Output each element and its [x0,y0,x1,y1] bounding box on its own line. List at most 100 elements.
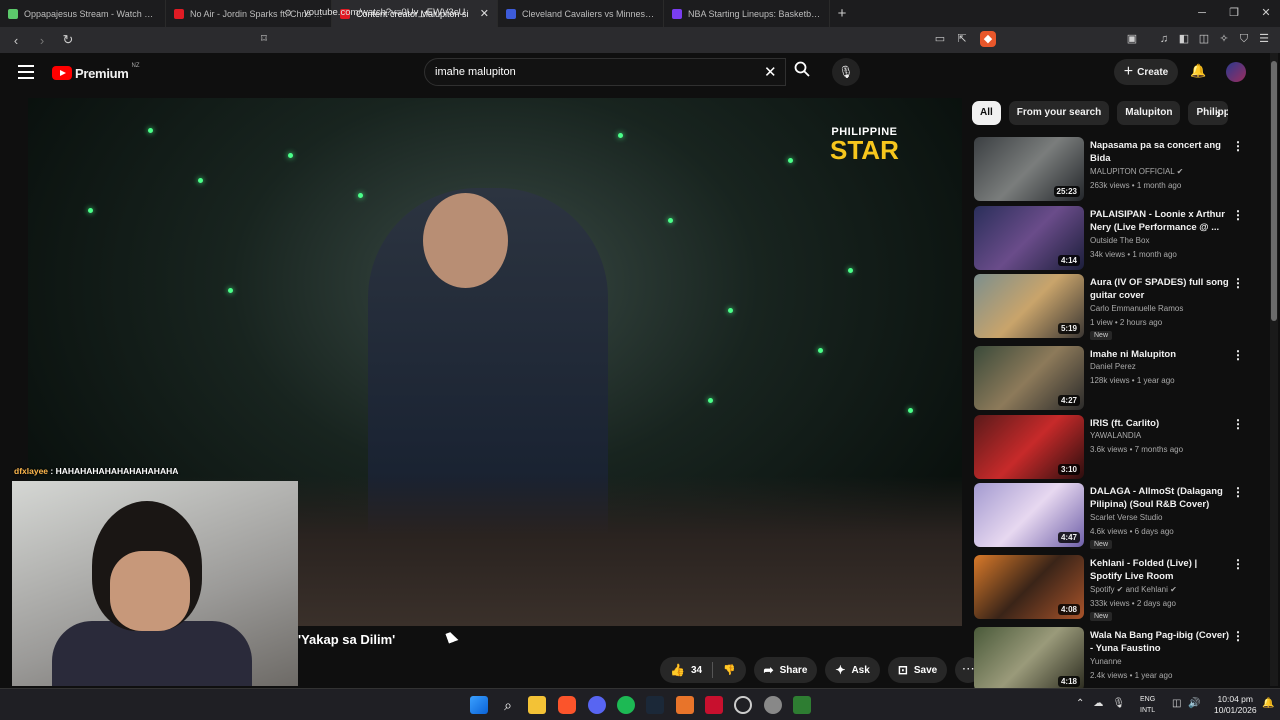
rec-channel[interactable]: MALUPITON OFFICIAL ✔ [1090,167,1183,176]
menu-icon[interactable]: ☰ [1256,31,1272,47]
rec-menu-icon[interactable]: ⋮ [1232,348,1244,362]
dislike-button[interactable]: 👎 [723,665,735,676]
rec-item[interactable]: 4:27 Imahe ni Malupiton Daniel Perez 128… [972,346,1252,412]
save-button[interactable]: ⊡ Save [887,657,948,683]
valorant-icon[interactable] [705,696,723,714]
rec-channel[interactable]: Daniel Perez [1090,362,1136,371]
rec-item[interactable]: 4:08 Kehlani - Folded (Live) | Spotify L… [972,555,1252,621]
brave-browser-icon[interactable] [558,696,576,714]
rec-item[interactable]: 4:47 DALAGA - AllmoSt (Dalagang Pilipina… [972,483,1252,549]
sidebar-icon[interactable]: ◧ [1176,31,1192,47]
rec-title[interactable]: DALAGA - AllmoSt (Dalagang Pilipina) (So… [1090,485,1230,511]
ask-button[interactable]: ✦ Ask [825,657,880,683]
youtube-premium-logo[interactable]: Premium NZ [52,63,140,81]
file-explorer-icon[interactable] [528,696,546,714]
rec-title[interactable]: Imahe ni Malupiton [1090,348,1230,361]
rec-thumbnail[interactable]: 4:27 [974,346,1084,410]
wallet-icon[interactable]: ▣ [1124,31,1140,47]
rec-item[interactable]: 4:18 Wala Na Bang Pag-ibig (Cover) - Yun… [972,627,1252,693]
search-input[interactable]: imahe malupiton [424,58,786,86]
rec-thumbnail[interactable]: 4:14 [974,206,1084,270]
rec-item[interactable]: 5:19 Aura (IV OF SPADES) full song guita… [972,274,1252,340]
tab-0[interactable]: Oppapajesus Stream - Watch Live on [0,0,166,27]
rec-thumbnail[interactable]: 3:10 [974,415,1084,479]
voice-search-button[interactable]: 🎙 [832,58,860,86]
notification-icon[interactable]: 🔔 [1262,698,1274,709]
rec-thumbnail[interactable]: 4:47 [974,483,1084,547]
share-page-icon[interactable]: ⇱ [954,31,970,47]
chip-malupiton[interactable]: Malupiton [1117,101,1181,125]
rec-channel[interactable]: Outside The Box [1090,236,1149,245]
chip-from-your-search[interactable]: From your search [1008,101,1110,125]
rec-menu-icon[interactable]: ⋮ [1232,557,1244,571]
rec-menu-icon[interactable]: ⋮ [1232,276,1244,290]
rec-menu-icon[interactable]: ⋮ [1232,208,1244,222]
riot-client-icon[interactable] [734,696,752,714]
create-button[interactable]: + Create [1114,59,1178,85]
tray-app-icon[interactable]: ☁ [1093,698,1103,709]
settings-icon[interactable] [764,696,782,714]
vpn-icon[interactable]: ⛉ [1236,31,1252,47]
reload-icon[interactable]: ↻ [58,32,78,48]
search-taskbar-icon[interactable]: ⌕ [499,696,517,714]
rec-channel[interactable]: Yunanne [1090,657,1122,666]
discord-icon[interactable] [588,696,606,714]
rec-item[interactable]: 25:23 Napasama pa sa concert ang Bida MA… [972,137,1252,203]
rec-menu-icon[interactable]: ⋮ [1232,417,1244,431]
share-button[interactable]: ➦ Share [753,657,818,683]
rec-menu-icon[interactable]: ⋮ [1232,139,1244,153]
rec-item[interactable]: 4:14 PALAISIPAN - Loonie x Arthur Nery (… [972,206,1252,272]
rec-title[interactable]: IRIS (ft. Carlito) [1090,417,1230,430]
spotify-icon[interactable] [617,696,635,714]
minimize-icon[interactable]: ─ [1186,0,1218,27]
volume-icon[interactable]: 🔊 [1188,698,1200,709]
page-scrollbar[interactable] [1270,53,1278,686]
rec-thumbnail[interactable]: 25:23 [974,137,1084,201]
rec-channel[interactable]: YAWALANDIA [1090,431,1141,440]
obs-icon[interactable] [793,696,811,714]
clear-search-icon[interactable]: ✕ [764,63,777,81]
hamburger-menu-icon[interactable] [18,65,34,79]
rec-thumbnail[interactable]: 4:08 [974,555,1084,619]
start-button-icon[interactable] [470,696,488,714]
notifications-bell-icon[interactable]: 🔔 [1190,63,1206,79]
rec-title[interactable]: Aura (IV OF SPADES) full song guitar cov… [1090,276,1230,302]
url-input[interactable]: ⚙ youtube.com/watch?v=0Uv_-EWV3cU [278,4,938,22]
language-indicator[interactable]: ENG INTL [1140,694,1155,716]
cast-icon[interactable]: ▭ [932,31,948,47]
rec-channel[interactable]: Carlo Emmanuelle Ramos [1090,304,1183,313]
network-icon[interactable]: ◫ [1172,698,1181,709]
forward-icon[interactable]: › [32,33,52,48]
chip-philippine[interactable]: Philipp [1188,101,1229,125]
music-icon[interactable]: ♫ [1156,31,1172,47]
bookmark-icon[interactable]: ⌑ [256,31,272,47]
search-button[interactable] [786,58,818,86]
rec-channel[interactable]: Scarlet Verse Studio [1090,513,1162,522]
brave-shield-icon[interactable]: ◆ [980,31,996,47]
rec-title[interactable]: Napasama pa sa concert ang Bida [1090,139,1230,165]
chip-all[interactable]: All [972,101,1001,125]
chevron-right-icon[interactable]: › [1216,105,1221,121]
close-window-icon[interactable]: ✕ [1250,0,1280,27]
wallet2-icon[interactable]: ◫ [1196,31,1212,47]
rec-title[interactable]: PALAISIPAN - Loonie x Arthur Nery (Live … [1090,208,1230,234]
site-info-icon[interactable]: ⚙ [284,4,292,22]
leo-ai-icon[interactable]: ✧ [1216,31,1232,47]
like-button[interactable]: 👍 34 [670,663,702,677]
chevron-up-icon[interactable]: ⌃ [1076,698,1084,709]
rec-title[interactable]: Wala Na Bang Pag-ibig (Cover) - Yuna Fau… [1090,629,1230,655]
app-icon[interactable] [676,696,694,714]
steam-icon[interactable] [646,696,664,714]
rec-item[interactable]: 3:10 IRIS (ft. Carlito) YAWALANDIA 3.6k … [972,415,1252,481]
rec-menu-icon[interactable]: ⋮ [1232,485,1244,499]
rec-thumbnail[interactable]: 5:19 [974,274,1084,338]
rec-channel[interactable]: Spotify ✔ and Kehlani ✔ [1090,585,1177,594]
account-avatar[interactable] [1226,62,1246,82]
microphone-tray-icon[interactable]: 🎙 [1112,698,1125,709]
rec-menu-icon[interactable]: ⋮ [1232,629,1244,643]
clock[interactable]: 10:04 pm 10/01/2026 [1214,694,1257,716]
rec-title[interactable]: Kehlani - Folded (Live) | Spotify Live R… [1090,557,1230,583]
scrollbar-thumb[interactable] [1271,61,1277,321]
maximize-icon[interactable]: ❐ [1218,0,1250,27]
back-icon[interactable]: ‹ [6,33,26,48]
